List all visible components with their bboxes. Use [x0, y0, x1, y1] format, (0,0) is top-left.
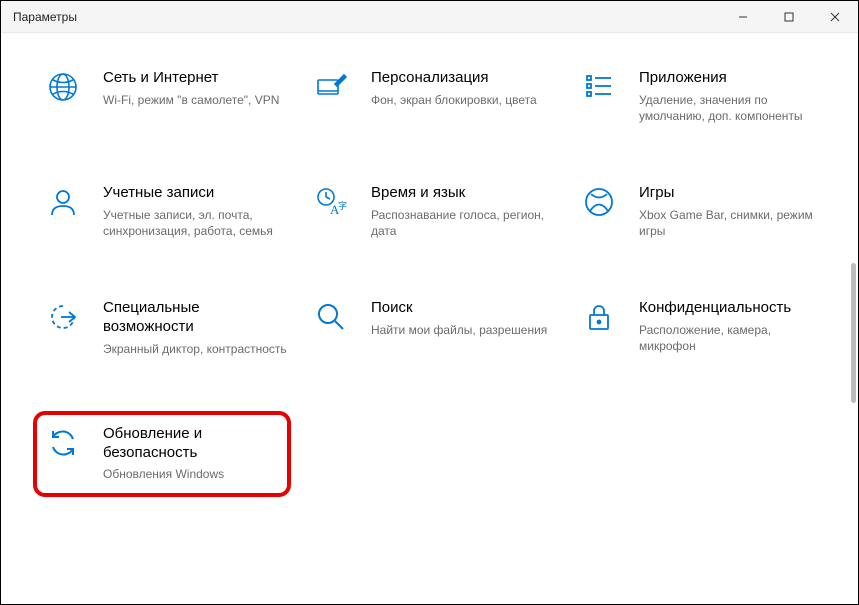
tile-text: Специальные возможности Экранный диктор,… — [103, 299, 287, 357]
tile-text: Приложения Удаление, значения по умолчан… — [639, 69, 823, 124]
settings-grid: Сеть и Интернет Wi-Fi, режим "в самолете… — [41, 63, 848, 497]
tile-title: Поиск — [371, 299, 555, 318]
tile-accessibility[interactable]: Специальные возможности Экранный диктор,… — [41, 293, 291, 363]
tile-text: Время и язык Распознавание голоса, регио… — [371, 184, 555, 239]
maximize-button[interactable] — [766, 1, 812, 33]
tile-title: Сеть и Интернет — [103, 69, 287, 88]
paintbrush-icon — [313, 71, 349, 103]
tile-text: Поиск Найти мои файлы, разрешения — [371, 299, 555, 338]
tile-text: Обновление и безопасность Обновления Win… — [103, 425, 279, 483]
tile-desc: Распознавание голоса, регион, дата — [371, 207, 555, 239]
titlebar: Параметры — [1, 1, 858, 33]
tile-desc: Удаление, значения по умолчанию, доп. ко… — [639, 92, 823, 124]
window-title: Параметры — [13, 10, 720, 24]
minimize-button[interactable] — [720, 1, 766, 33]
time-language-icon: A 字 — [313, 186, 349, 218]
tile-text: Учетные записи Учетные записи, эл. почта… — [103, 184, 287, 239]
globe-icon — [45, 71, 81, 103]
tile-text: Игры Xbox Game Bar, снимки, режим игры — [639, 184, 823, 239]
settings-content: Сеть и Интернет Wi-Fi, режим "в самолете… — [1, 33, 858, 604]
tile-desc: Расположение, камера, микрофон — [639, 322, 823, 354]
tile-desc: Найти мои файлы, разрешения — [371, 322, 555, 338]
tile-title: Обновление и безопасность — [103, 425, 279, 463]
tile-title: Время и язык — [371, 184, 555, 203]
tile-desc: Учетные записи, эл. почта, синхронизация… — [103, 207, 287, 239]
tile-desc: Экранный диктор, контрастность — [103, 341, 287, 357]
apps-list-icon — [581, 71, 617, 103]
tile-title: Учетные записи — [103, 184, 287, 203]
tile-gaming[interactable]: Игры Xbox Game Bar, снимки, режим игры — [577, 178, 827, 245]
tile-time-language[interactable]: A 字 Время и язык Распознавание голоса, р… — [309, 178, 559, 245]
window-controls — [720, 1, 858, 33]
person-icon — [45, 186, 81, 218]
tile-desc: Фон, экран блокировки, цвета — [371, 92, 555, 108]
tile-title: Специальные возможности — [103, 299, 287, 337]
tile-privacy[interactable]: Конфиденциальность Расположение, камера,… — [577, 293, 827, 363]
tile-desc: Обновления Windows — [103, 466, 279, 482]
tile-text: Персонализация Фон, экран блокировки, цв… — [371, 69, 555, 108]
tile-desc: Xbox Game Bar, снимки, режим игры — [639, 207, 823, 239]
xbox-icon — [581, 186, 617, 218]
tile-personalization[interactable]: Персонализация Фон, экран блокировки, цв… — [309, 63, 559, 130]
tile-title: Игры — [639, 184, 823, 203]
tile-title: Конфиденциальность — [639, 299, 823, 318]
scrollbar-thumb[interactable] — [851, 263, 856, 403]
tile-text: Сеть и Интернет Wi-Fi, режим "в самолете… — [103, 69, 287, 108]
ease-of-access-icon — [45, 301, 81, 333]
sync-icon — [45, 427, 81, 459]
tile-apps[interactable]: Приложения Удаление, значения по умолчан… — [577, 63, 827, 130]
tile-accounts[interactable]: Учетные записи Учетные записи, эл. почта… — [41, 178, 291, 245]
tile-network[interactable]: Сеть и Интернет Wi-Fi, режим "в самолете… — [41, 63, 291, 130]
tile-search[interactable]: Поиск Найти мои файлы, разрешения — [309, 293, 559, 363]
tile-title: Персонализация — [371, 69, 555, 88]
search-icon — [313, 301, 349, 333]
close-button[interactable] — [812, 1, 858, 33]
tile-update-security[interactable]: Обновление и безопасность Обновления Win… — [33, 411, 291, 497]
tile-title: Приложения — [639, 69, 823, 88]
lock-icon — [581, 301, 617, 333]
svg-text:字: 字 — [338, 200, 347, 211]
tile-text: Конфиденциальность Расположение, камера,… — [639, 299, 823, 354]
tile-desc: Wi-Fi, режим "в самолете", VPN — [103, 92, 287, 108]
